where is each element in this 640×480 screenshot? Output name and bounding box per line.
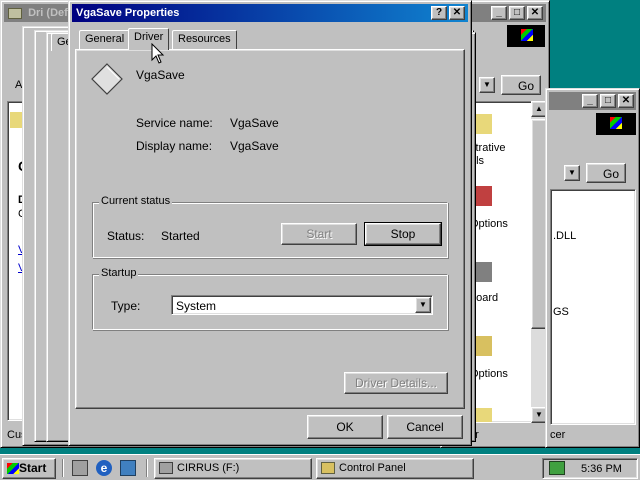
tab-general[interactable]: General bbox=[79, 30, 131, 49]
close-button[interactable]: ✕ bbox=[449, 6, 465, 20]
close-button[interactable]: ✕ bbox=[618, 94, 634, 108]
network-icon[interactable] bbox=[549, 461, 565, 475]
go-button[interactable]: Go bbox=[501, 75, 541, 95]
tab-resources[interactable]: Resources bbox=[172, 30, 237, 49]
service-name-label: Service name: bbox=[136, 116, 213, 130]
start-button[interactable]: Start bbox=[281, 223, 357, 245]
maximize-button[interactable]: □ bbox=[509, 6, 525, 20]
file-item-label[interactable]: .DLL bbox=[553, 230, 576, 242]
taskbar-item-cirrus[interactable]: CIRRUS (F:) bbox=[154, 458, 312, 479]
vgasave-properties-dialog[interactable]: VgaSave Properties ? ✕ General Driver Re… bbox=[68, 0, 472, 446]
taskbar-item-control-panel[interactable]: Control Panel bbox=[316, 458, 474, 479]
windows-logo-icon bbox=[7, 463, 19, 474]
startup-group: Startup Type: System ▼ bbox=[92, 267, 448, 330]
folder-icon bbox=[8, 7, 22, 19]
taskbar-item-label: Control Panel bbox=[339, 462, 406, 474]
file-item-label[interactable]: GS bbox=[553, 306, 569, 318]
chevron-down-icon[interactable]: ▼ bbox=[415, 297, 431, 313]
quick-launch-separator bbox=[146, 459, 148, 477]
dialog-title: VgaSave Properties bbox=[76, 7, 180, 19]
quick-launch-separator bbox=[62, 459, 64, 477]
start-menu-button[interactable]: Start bbox=[2, 458, 56, 479]
maximize-button[interactable]: □ bbox=[600, 94, 616, 108]
taskbar: Start e CIRRUS (F:) Control Panel 5:36 P… bbox=[0, 454, 640, 480]
minimize-button[interactable]: _ bbox=[491, 6, 507, 20]
internet-explorer-icon[interactable]: e bbox=[96, 460, 112, 476]
show-desktop-icon[interactable] bbox=[72, 460, 88, 476]
right-explorer-window[interactable]: _ □ ✕ ▼ Go .DLL GS cer bbox=[545, 88, 640, 448]
startup-title: Startup bbox=[99, 267, 139, 279]
right-explorer-status: cer bbox=[550, 429, 566, 441]
cancel-button[interactable]: Cancel bbox=[387, 415, 463, 439]
go-button[interactable]: Go bbox=[586, 163, 626, 183]
start-label: Start bbox=[19, 461, 47, 475]
current-status-group: Current status Status: Started Start Sto… bbox=[92, 195, 448, 258]
taskbar-item-label: CIRRUS (F:) bbox=[177, 462, 240, 474]
windows-logo-icon bbox=[596, 113, 636, 135]
background-explorer-title: Dri (Def bbox=[28, 7, 68, 19]
service-name-value: VgaSave bbox=[230, 116, 279, 130]
display-name-label: Display name: bbox=[136, 139, 213, 153]
ok-button[interactable]: OK bbox=[307, 415, 383, 439]
mouse-cursor-icon bbox=[151, 43, 165, 64]
address-dropdown-arrow[interactable]: ▼ bbox=[564, 165, 580, 181]
current-status-title: Current status bbox=[99, 195, 173, 207]
right-explorer-content[interactable]: .DLL GS bbox=[550, 189, 636, 425]
status-label: Status: bbox=[107, 229, 145, 243]
close-button[interactable]: ✕ bbox=[527, 6, 543, 20]
driver-details-button[interactable]: Driver Details... bbox=[344, 372, 448, 394]
startup-type-value: System bbox=[176, 299, 217, 313]
type-label: Type: bbox=[111, 299, 141, 313]
clock[interactable]: 5:36 PM bbox=[581, 463, 622, 475]
outlook-express-icon[interactable] bbox=[120, 460, 136, 476]
driver-tab-panel: VgaSave Service name: VgaSave Display na… bbox=[75, 49, 465, 409]
dialog-titlebar[interactable]: VgaSave Properties bbox=[72, 4, 468, 22]
windows-logo-icon bbox=[507, 25, 545, 47]
startup-type-select[interactable]: System ▼ bbox=[171, 295, 433, 315]
help-button[interactable]: ? bbox=[431, 6, 447, 20]
driver-icon bbox=[91, 63, 123, 95]
service-display-name: VgaSave bbox=[136, 68, 185, 82]
system-tray: 5:36 PM bbox=[542, 458, 638, 479]
address-dropdown-arrow[interactable]: ▼ bbox=[479, 77, 495, 93]
display-name-value: VgaSave bbox=[230, 139, 279, 153]
stop-button[interactable]: Stop bbox=[364, 222, 442, 246]
status-value: Started bbox=[161, 229, 200, 243]
minimize-button[interactable]: _ bbox=[582, 94, 598, 108]
drive-icon bbox=[159, 462, 173, 474]
folder-icon bbox=[321, 462, 335, 474]
